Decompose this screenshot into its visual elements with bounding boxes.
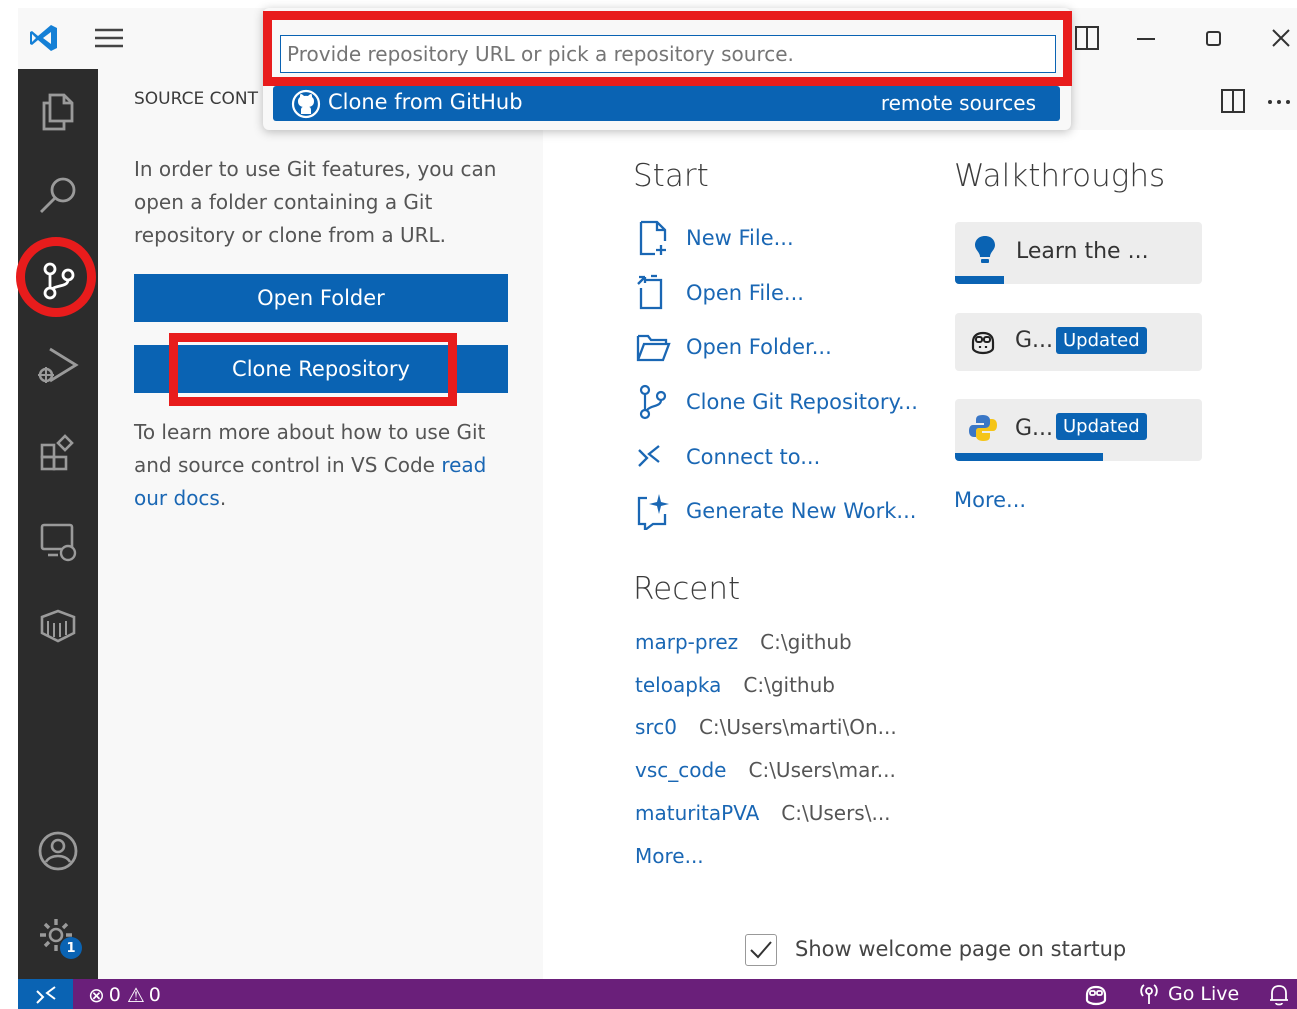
maximize-icon[interactable] <box>1200 24 1228 52</box>
sidebar-intro: In order to use Git features, you can op… <box>134 153 496 252</box>
sidebar-title: SOURCE CONT <box>134 89 258 109</box>
quick-pick-item-label: Clone from GitHub <box>328 90 523 114</box>
updated-badge: Updated <box>1056 413 1147 440</box>
copilot-status-icon[interactable] <box>1084 983 1108 1007</box>
start-open-folder[interactable]: Open Folder... <box>635 327 832 367</box>
lightbulb-icon <box>971 234 999 266</box>
error-icon: ⊗ <box>88 983 105 1007</box>
remote-explorer-icon[interactable] <box>32 515 84 567</box>
settings-update-badge: 1 <box>60 937 82 959</box>
open-folder-button[interactable]: Open Folder <box>134 274 508 322</box>
start-item-label: Open File... <box>686 281 804 305</box>
explorer-icon[interactable] <box>32 85 84 137</box>
read-docs-link-a[interactable]: read <box>441 453 486 477</box>
welcome-page: Start New File... Open File... Open Fold… <box>543 130 1297 979</box>
learn-end: . <box>219 486 227 510</box>
start-heading: Start <box>633 158 709 194</box>
accounts-icon[interactable] <box>32 825 84 877</box>
quick-pick-item-detail: remote sources <box>880 91 1036 115</box>
folder-icon <box>635 327 675 367</box>
checkmark-icon <box>750 941 772 959</box>
status-bar: ⊗ 0 ⚠ 0 Go Live <box>18 979 1297 1009</box>
extensions-icon[interactable] <box>32 427 84 479</box>
notifications-bell-icon[interactable] <box>1268 983 1290 1007</box>
intro-line-1: In order to use Git features, you can <box>134 157 497 181</box>
clone-repository-button[interactable]: Clone Repository <box>134 345 508 393</box>
intro-line-2: open a folder containing a Git <box>134 190 433 214</box>
run-debug-icon[interactable] <box>32 339 84 391</box>
broadcast-icon <box>1138 982 1160 1006</box>
walkthrough-card[interactable]: Learn the ... <box>955 222 1202 284</box>
recent-item[interactable]: teloapka C:\github <box>635 673 835 697</box>
walkthrough-label: Learn the ... <box>1016 239 1149 264</box>
walkthroughs-more-link[interactable]: More... <box>954 488 1026 512</box>
source-control-icon <box>635 382 675 422</box>
recent-heading: Recent <box>633 571 741 607</box>
recent-more-link[interactable]: More... <box>635 844 704 868</box>
copilot-icon <box>969 328 997 356</box>
read-docs-link-b[interactable]: our docs <box>134 486 220 510</box>
recent-item[interactable]: marp-prez C:\github <box>635 630 852 654</box>
warning-count: 0 <box>148 984 161 1006</box>
open-file-icon <box>635 273 675 313</box>
start-generate-new-workspace[interactable]: Generate New Work... <box>635 491 916 531</box>
source-control-icon[interactable] <box>32 255 84 307</box>
toggle-panel-layout-icon[interactable] <box>1073 24 1101 52</box>
containers-icon[interactable] <box>32 599 84 651</box>
remote-icon <box>635 437 675 477</box>
split-editor-icon[interactable] <box>1219 87 1247 115</box>
warning-icon: ⚠ <box>126 983 145 1007</box>
start-item-label: Clone Git Repository... <box>686 390 918 414</box>
go-live-button[interactable]: Go Live <box>1138 982 1239 1006</box>
search-icon[interactable] <box>32 169 84 221</box>
sparkle-icon <box>635 491 675 531</box>
more-actions-icon[interactable] <box>1265 87 1293 115</box>
learn-line-2: and source control in VS Code <box>134 453 435 477</box>
minimize-icon[interactable] <box>1132 24 1160 52</box>
clone-from-github-option[interactable]: Clone from GitHub remote sources <box>273 86 1060 121</box>
start-open-file[interactable]: Open File... <box>635 273 804 313</box>
start-item-label: Open Folder... <box>686 335 832 359</box>
github-icon <box>291 89 321 119</box>
walkthrough-label: G... <box>1015 416 1054 441</box>
vscode-logo-icon <box>28 22 60 54</box>
walkthrough-label: G... <box>1015 328 1054 353</box>
recent-item[interactable]: vsc_code C:\Users\mar... <box>635 758 896 782</box>
menu-hamburger-icon[interactable] <box>93 25 125 51</box>
walkthrough-card[interactable]: G... Updated <box>955 399 1202 461</box>
start-item-label: New File... <box>686 226 794 250</box>
new-file-icon <box>635 218 675 258</box>
sidebar-learn-more: To learn more about how to use Git and s… <box>134 416 486 515</box>
problems-indicator[interactable]: ⊗ 0 ⚠ 0 <box>88 983 161 1007</box>
recent-item[interactable]: src0 C:\Users\marti\On... <box>635 715 897 739</box>
close-icon[interactable] <box>1267 24 1295 52</box>
walkthrough-card[interactable]: G... Updated <box>955 313 1202 371</box>
go-live-label: Go Live <box>1168 983 1240 1005</box>
intro-line-3: repository or clone from a URL. <box>134 223 446 247</box>
source-control-sidebar: SOURCE CONT In order to use Git features… <box>98 69 543 979</box>
start-new-file[interactable]: New File... <box>635 218 794 258</box>
repository-url-input[interactable] <box>280 35 1056 73</box>
activity-bar: 1 <box>18 69 98 979</box>
show-on-startup-checkbox[interactable] <box>745 934 777 966</box>
start-clone-git-repository[interactable]: Clone Git Repository... <box>635 382 918 422</box>
start-item-label: Connect to... <box>686 445 821 469</box>
walkthroughs-heading: Walkthroughs <box>954 158 1166 194</box>
remote-indicator-icon[interactable] <box>18 979 73 1009</box>
learn-line-1: To learn more about how to use Git <box>134 420 486 444</box>
vscode-window: 1 SOURCE CONT In order to use Git featur… <box>0 0 1297 1009</box>
walkthrough-progress <box>955 276 1005 284</box>
updated-badge: Updated <box>1056 327 1147 354</box>
error-count: 0 <box>108 984 121 1006</box>
quick-pick: Clone from GitHub remote sources <box>263 8 1071 130</box>
show-on-startup-label[interactable]: Show welcome page on startup <box>795 937 1126 961</box>
recent-item[interactable]: maturitaPVA C:\Users\... <box>635 801 891 825</box>
start-item-label: Generate New Work... <box>686 499 917 523</box>
walkthrough-progress <box>955 453 1104 461</box>
python-icon <box>967 412 999 444</box>
start-connect-to[interactable]: Connect to... <box>635 437 820 477</box>
